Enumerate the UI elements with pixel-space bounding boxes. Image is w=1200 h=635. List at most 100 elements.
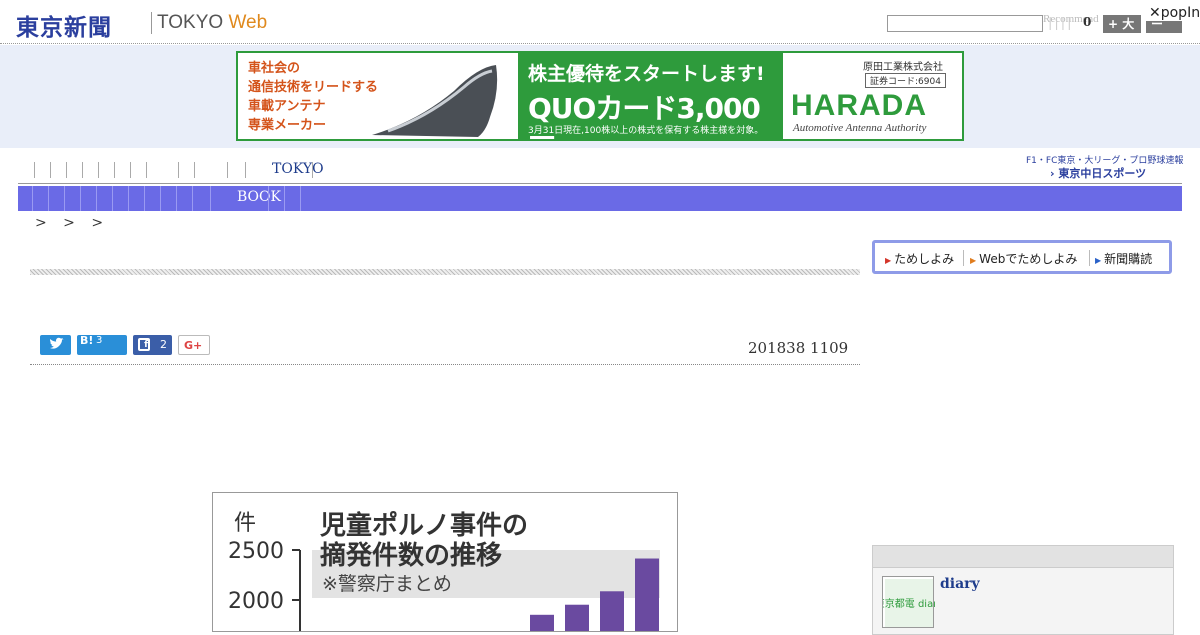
logo-en-main: TOKYO [157, 12, 224, 33]
nav-item-tokyo[interactable]: TOKYO [272, 161, 324, 177]
google-plus-icon: G+ [184, 339, 203, 352]
antenna-image [372, 65, 498, 137]
diary-thumb-text: 東京都電 diary [883, 597, 935, 610]
nav-divider [245, 162, 246, 178]
logo-en-web: Web [228, 12, 268, 33]
nav-divider [114, 162, 115, 178]
nav-divider [178, 162, 179, 178]
logo-divider [151, 12, 152, 34]
popin-label: popIn [1160, 5, 1200, 21]
nav-divider [128, 186, 129, 211]
figure-title-line2: 摘発件数の推移 [320, 540, 502, 571]
nav-divider [284, 186, 285, 211]
nav-divider [80, 186, 81, 211]
twitter-bird-icon [50, 337, 64, 349]
facebook-icon: f [138, 338, 150, 351]
ad-middle-panel: 株主優待をスタートします! QUOカード3,000円 3月31日現在,100株以… [518, 53, 783, 139]
figure-tick-2000: 2000 [228, 589, 284, 614]
popin-close-button[interactable]: ✕popIn [1145, 5, 1200, 21]
figure-title-line1: 児童ポルノ事件の [320, 510, 528, 541]
nav-divider [160, 186, 161, 211]
breadcrumb[interactable]: > > > [35, 215, 109, 231]
nav-divider [194, 162, 195, 178]
sidebar-box: 東京都電 diary diary [872, 545, 1174, 635]
nav-divider [82, 162, 83, 178]
trial-link[interactable]: ▶ ためしよみ [885, 250, 954, 267]
web-trial-link[interactable]: ▶ Webでためしよみ [970, 250, 1077, 267]
figure-bar [600, 591, 624, 631]
hatena-count: 3 [96, 335, 103, 346]
web-trial-link-label: Webでためしよみ [979, 252, 1078, 266]
nav-divider [112, 186, 113, 211]
figure-subtitle: ※警察庁まとめ [322, 573, 452, 595]
ad-left-text: 車社会の 通信技術をリードする 車載アンテナ 専業メーカー [248, 61, 379, 133]
secondary-nav: BOOK [18, 186, 1182, 211]
nav-divider [130, 162, 131, 178]
triangle-right-icon: ▶ [1095, 256, 1102, 265]
trial-reading-box: ▶ ためしよみ ▶ Webでためしよみ ▶ 新聞購読 [872, 240, 1172, 274]
site-logo[interactable]: 東京新聞 [16, 8, 112, 42]
article-figure[interactable]: 件 児童ポルノ事件の 摘発件数の推移 ※警察庁まとめ 2500 2000 [212, 492, 678, 632]
recommend-count: 0 [1083, 15, 1092, 29]
ad-headline: 株主優待をスタートします! [528, 63, 765, 85]
nav-divider [96, 186, 97, 211]
figure-bar [530, 614, 554, 631]
nav-divider [64, 186, 65, 211]
ad-note: 3月31日現在,100株以上の株式を保有する株主様を対象。 [528, 126, 764, 136]
publish-date: 201838 1109 [748, 339, 849, 357]
nav-divider [146, 162, 147, 178]
figure-tick-2500: 2500 [228, 539, 284, 564]
triangle-right-icon: ▶ [885, 256, 892, 265]
banner-ad[interactable]: 車社会の 通信技術をリードする 車載アンテナ 専業メーカー 株主優待をスタートし… [236, 51, 964, 141]
trial-link-label: ためしよみ [894, 252, 955, 266]
nav-divider [50, 162, 51, 178]
nav-divider [192, 186, 193, 211]
facebook-share-button[interactable]: f2 [133, 335, 172, 355]
figure-unit: 件 [234, 511, 256, 536]
hatena-bookmark-button[interactable]: B! 3 [77, 334, 127, 355]
diary-thumbnail[interactable]: 東京都電 diary [875, 576, 943, 628]
nav-divider [98, 162, 99, 178]
sports-logo-text: 東京中日スポーツ [1058, 167, 1147, 180]
figure-image: 件 児童ポルノ事件の 摘発件数の推移 ※警察庁まとめ 2500 2000 [220, 500, 670, 631]
nav-divider [210, 186, 211, 211]
facebook-count: 2 [160, 338, 167, 351]
trial-divider [1089, 250, 1090, 266]
ad-tagline: Automotive Antenna Authority [793, 122, 927, 134]
figure-bar [565, 604, 589, 631]
subscribe-link-label: 新聞購読 [1104, 252, 1153, 266]
nav-divider [268, 186, 269, 211]
google-plus-button[interactable]: G+ [178, 335, 210, 355]
font-size-large-button[interactable]: + 大 [1103, 15, 1141, 33]
nav-divider [48, 186, 49, 211]
figure-chart: 件 児童ポルノ事件の 摘発件数の推移 ※警察庁まとめ 2500 2000 [228, 510, 660, 631]
ad-left-panel: 車社会の 通信技術をリードする 車載アンテナ 専業メーカー [238, 53, 518, 139]
nav-item-book[interactable]: BOOK [237, 189, 281, 205]
subscribe-link[interactable]: ▶ 新聞購読 [1095, 250, 1152, 267]
close-icon: ✕ [1149, 5, 1161, 21]
figure-bar [635, 558, 659, 631]
nav-divider [32, 186, 33, 211]
nav-divider [144, 186, 145, 211]
trial-divider [963, 250, 964, 266]
nav-divider [66, 162, 67, 178]
ad-stock-code: 証券コード:6904 [865, 73, 946, 88]
top-header: 東京新聞 TOKYO Web Recommend |||| 0 + 大 ー 小 … [0, 0, 1200, 47]
ad-company: 原田工業株式会社 [863, 62, 943, 73]
diary-thumbnail-image: 東京都電 diary [875, 579, 943, 627]
triangle-right-icon: ▶ [970, 256, 977, 265]
primary-nav: TOKYO [18, 158, 1182, 184]
sports-logo[interactable]: › 東京中日スポーツ [1050, 165, 1146, 181]
search-input[interactable] [887, 15, 1043, 32]
nav-divider [176, 186, 177, 211]
title-rule [30, 269, 860, 275]
ad-right-panel: 原田工業株式会社 証券コード:6904 HARADA Automotive An… [783, 53, 962, 139]
sidebar-box-header [873, 546, 1173, 568]
date-rule [30, 364, 860, 365]
hatena-icon: B! [80, 334, 94, 347]
nav-divider [300, 186, 301, 211]
diary-link[interactable]: diary [940, 576, 980, 592]
ad-brand-logo: HARADA [791, 89, 927, 122]
site-logo-en[interactable]: TOKYO Web [157, 12, 267, 34]
twitter-share-button[interactable] [40, 335, 71, 355]
